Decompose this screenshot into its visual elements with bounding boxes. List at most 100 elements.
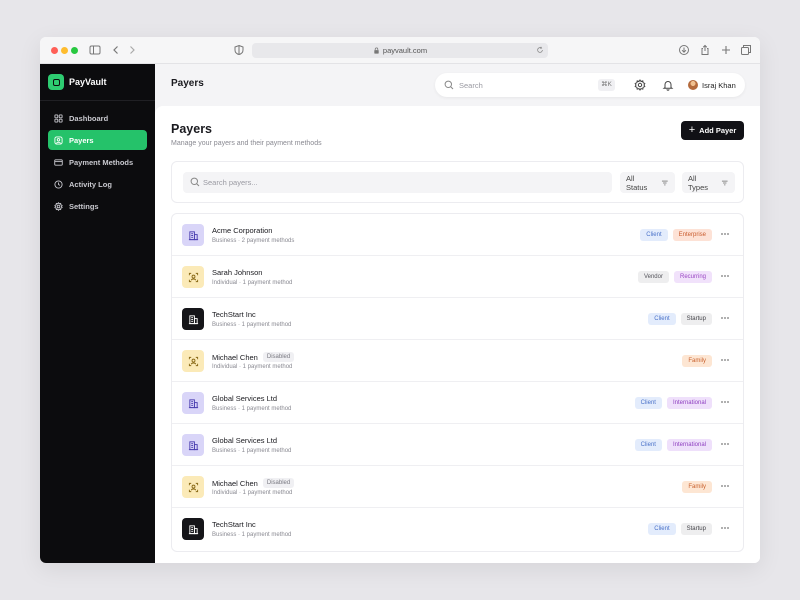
plus-icon: + <box>688 124 696 136</box>
share-icon[interactable] <box>699 44 711 56</box>
tab-overview-icon[interactable] <box>740 44 752 56</box>
person-scan-icon <box>182 476 204 498</box>
content-panel: Payers Manage your payers and their paym… <box>155 106 760 563</box>
sidebar-item-payment-methods[interactable]: Payment Methods <box>48 152 147 172</box>
payer-row[interactable]: Sarah Johnson Individual · 1 payment met… <box>172 256 743 298</box>
person-scan-icon <box>182 266 204 288</box>
building-icon <box>182 308 204 330</box>
more-options-icon[interactable] <box>720 481 730 491</box>
payer-name[interactable]: Global Services Ltd <box>212 394 277 403</box>
status-filter[interactable]: All Status <box>620 172 675 193</box>
settings-icon[interactable] <box>634 79 646 91</box>
payer-meta: Business · 1 payment method <box>212 448 292 454</box>
sidebar-item-label: Payment Methods <box>69 157 134 167</box>
payer-tags: Family <box>682 481 712 493</box>
close-window-button[interactable] <box>51 47 58 54</box>
payer-row[interactable]: Michael Chen Disabled Individual · 1 pay… <box>172 466 743 508</box>
maximize-window-button[interactable] <box>71 47 78 54</box>
url-text: payvault.com <box>382 46 428 55</box>
payer-name-line: TechStart Inc <box>212 310 256 319</box>
payer-meta: Individual · 1 payment method <box>212 490 293 496</box>
global-search[interactable]: Search ⌘K Israj Khan <box>435 73 745 97</box>
sidebar-item-activity-log[interactable]: Activity Log <box>48 174 147 194</box>
clock-icon <box>54 179 63 189</box>
reload-icon[interactable] <box>536 46 544 54</box>
payer-row[interactable]: TechStart Inc Business · 1 payment metho… <box>172 298 743 340</box>
more-options-icon[interactable] <box>720 397 730 407</box>
tag-badge: Client <box>634 439 662 451</box>
browser-toolbar: payvault.com <box>40 37 760 64</box>
sidebar-item-settings[interactable]: Settings <box>48 196 147 216</box>
status-filter-value: All Status <box>626 173 648 192</box>
shield-icon[interactable] <box>233 44 245 56</box>
payer-name[interactable]: Michael Chen <box>212 479 258 488</box>
sidebar-toggle-icon[interactable] <box>89 44 101 56</box>
payer-tags: Client Startup <box>648 313 712 325</box>
payer-name-line: Michael Chen Disabled <box>212 352 295 362</box>
address-bar[interactable]: payvault.com <box>252 43 548 58</box>
grid-icon <box>54 113 63 123</box>
add-payer-label: Add Payer <box>699 126 737 135</box>
payer-name[interactable]: TechStart Inc <box>212 310 256 319</box>
building-icon <box>182 434 204 456</box>
more-options-icon[interactable] <box>720 355 730 365</box>
page-subtitle: Manage your payers and their payment met… <box>171 140 322 147</box>
search-icon <box>444 80 454 90</box>
type-filter[interactable]: All Types <box>682 172 735 193</box>
minimize-window-button[interactable] <box>61 47 68 54</box>
search-icon <box>190 177 200 187</box>
download-icon[interactable] <box>678 44 690 56</box>
payer-row[interactable]: Global Services Ltd Business · 1 payment… <box>172 424 743 466</box>
more-options-icon[interactable] <box>720 313 730 323</box>
payer-name-line: Global Services Ltd <box>212 436 277 445</box>
payer-tags: Client International <box>634 439 712 451</box>
payer-list: Acme Corporation Business · 2 payment me… <box>171 213 744 552</box>
avatar <box>688 80 698 90</box>
payer-name[interactable]: TechStart Inc <box>212 520 256 529</box>
forward-icon[interactable] <box>126 44 138 56</box>
payer-name[interactable]: Acme Corporation <box>212 226 272 235</box>
payer-tags: Family <box>682 355 712 367</box>
back-icon[interactable] <box>110 44 122 56</box>
payer-name-line: Michael Chen Disabled <box>212 478 295 488</box>
more-options-icon[interactable] <box>720 271 730 281</box>
add-payer-button[interactable]: + Add Payer <box>681 121 744 140</box>
payer-name-line: Global Services Ltd <box>212 394 277 403</box>
topbar: Payers Search ⌘K Israj Khan <box>155 64 760 106</box>
more-options-icon[interactable] <box>720 229 730 239</box>
bell-icon[interactable] <box>662 79 674 91</box>
tag-badge: Enterprise <box>672 229 712 241</box>
sidebar-item-dashboard[interactable]: Dashboard <box>48 108 147 128</box>
app-name: PayVault <box>69 77 107 87</box>
more-options-icon[interactable] <box>720 523 730 533</box>
payer-name[interactable]: Michael Chen <box>212 353 258 362</box>
brand[interactable]: PayVault <box>48 74 107 90</box>
payer-row[interactable]: Michael Chen Disabled Individual · 1 pay… <box>172 340 743 382</box>
new-tab-icon[interactable] <box>720 44 732 56</box>
credit-card-icon <box>54 158 63 166</box>
payer-name[interactable]: Global Services Ltd <box>212 436 277 445</box>
more-options-icon[interactable] <box>720 439 730 449</box>
logo-icon <box>48 74 64 90</box>
payer-row[interactable]: Global Services Ltd Business · 1 payment… <box>172 382 743 424</box>
payer-meta: Individual · 1 payment method <box>212 280 293 286</box>
tag-badge: Client <box>634 397 662 409</box>
payer-row[interactable]: Acme Corporation Business · 2 payment me… <box>172 214 743 256</box>
tag-badge: Client <box>648 523 676 535</box>
payer-meta: Business · 1 payment method <box>212 532 292 538</box>
payer-name[interactable]: Sarah Johnson <box>212 268 262 277</box>
gear-icon <box>54 201 63 211</box>
user-menu[interactable]: Israj Khan <box>688 77 736 93</box>
sidebar-divider <box>40 100 155 101</box>
filter-icon <box>722 180 729 185</box>
tag-badge: Startup <box>680 523 712 535</box>
tag-badge: Vendor <box>637 271 669 283</box>
filter-bar: All Status All Types <box>171 161 744 203</box>
payer-row[interactable]: TechStart Inc Business · 1 payment metho… <box>172 508 743 550</box>
search-placeholder: Search <box>459 81 483 90</box>
tag-badge: Client <box>648 313 676 325</box>
sidebar-item-payers[interactable]: Payers <box>48 130 147 150</box>
disabled-badge: Disabled <box>262 352 295 362</box>
payer-search[interactable] <box>183 172 612 193</box>
payer-search-input[interactable] <box>203 175 603 190</box>
